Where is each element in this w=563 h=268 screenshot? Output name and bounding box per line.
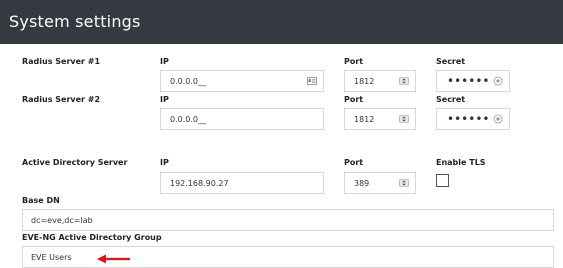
title-bar: System settings [0,0,563,44]
eye-icon[interactable] [493,76,503,86]
ad-ip-value: 192.168.90.27 [170,179,229,188]
radius2-ip-label: IP [160,95,169,104]
red-arrow-icon [97,254,130,264]
radius1-label: Radius Server #1 [22,57,101,66]
radius1-ip-value: 0.0.0.0__ [170,77,206,86]
radius2-secret-label: Secret [436,95,466,104]
radius1-port-label: Port [344,57,364,66]
radius2-secret-value: •••••• [447,112,490,126]
radius2-ip-value: 0.0.0.0__ [170,115,206,124]
ad-ip-field[interactable]: 192.168.90.27 [160,172,324,194]
radius1-secret-label: Secret [436,57,466,66]
radius2-ip-field[interactable]: 0.0.0.0__ [160,108,324,130]
radius2-label: Radius Server #2 [22,95,101,104]
ad-group-value: EVE Users [31,253,72,262]
ad-port-field[interactable]: 389 [344,172,416,194]
base-dn-field[interactable]: dc=eve,dc=lab [22,209,554,231]
ad-port-value: 389 [354,179,370,188]
ad-group-label: EVE-NG Active Directory Group [22,233,162,242]
ad-ip-label: IP [160,158,169,167]
ad-server-label: Active Directory Server [22,158,128,167]
radius1-ip-label: IP [160,57,169,66]
spinner-arrows-icon[interactable] [399,178,409,188]
page-title: System settings [9,12,141,31]
ad-port-label: Port [344,158,364,167]
radius1-port-value: 1812 [354,77,375,86]
radius1-port-field[interactable]: 1812 [344,70,416,92]
ad-tls-label: Enable TLS [436,158,486,167]
radius1-ip-field[interactable]: 0.0.0.0__ [160,70,324,92]
radius2-port-label: Port [344,95,364,104]
radius2-port-value: 1812 [354,115,375,124]
radius2-port-field[interactable]: 1812 [344,108,416,130]
id-card-icon[interactable] [307,76,317,86]
enable-tls-checkbox[interactable] [436,174,449,187]
eye-icon[interactable] [493,114,503,124]
spinner-arrows-icon[interactable] [399,76,409,86]
base-dn-value: dc=eve,dc=lab [31,216,93,225]
radius1-secret-value: •••••• [447,74,490,88]
radius1-secret-field[interactable]: •••••• [436,70,510,92]
radius2-secret-field[interactable]: •••••• [436,108,510,130]
spinner-arrows-icon[interactable] [399,114,409,124]
base-dn-label: Base DN [22,196,60,205]
